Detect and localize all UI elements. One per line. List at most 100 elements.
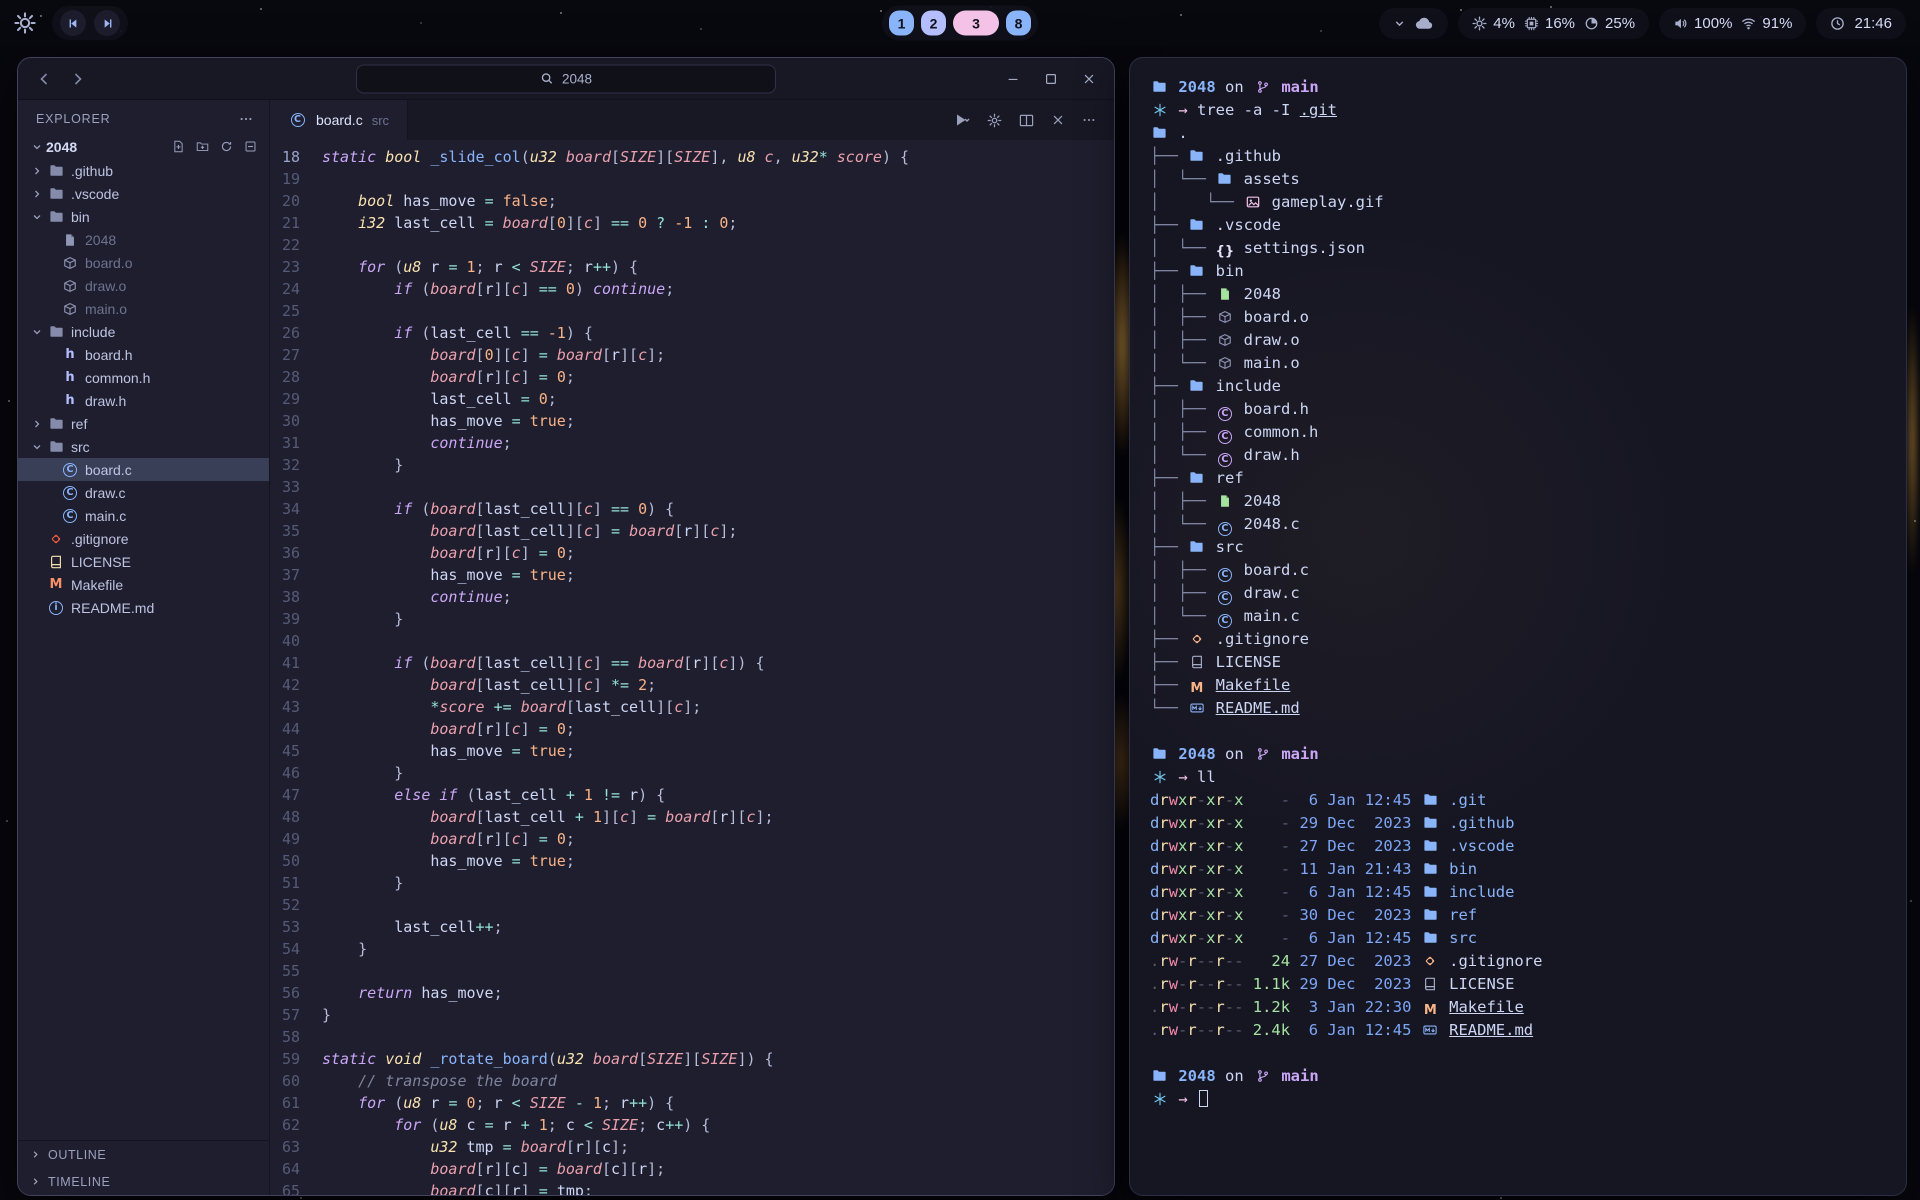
code-line-32[interactable]: 32 } <box>270 454 1114 476</box>
explorer-item-LICENSE[interactable]: LICENSE <box>18 550 269 573</box>
explorer-root-folder[interactable]: 2048 <box>18 134 269 159</box>
code-line-37[interactable]: 37 has_move = true; <box>270 564 1114 586</box>
explorer-item-common.h[interactable]: hcommon.h <box>18 366 269 389</box>
maximize-icon[interactable] <box>1044 72 1058 86</box>
code-line-48[interactable]: 48 board[last_cell + 1][c] = board[r][c]… <box>270 806 1114 828</box>
code-line-35[interactable]: 35 board[last_cell][c] = board[r][c]; <box>270 520 1114 542</box>
explorer-item-.gitignore[interactable]: .gitignore <box>18 527 269 550</box>
code-line-39[interactable]: 39 } <box>270 608 1114 630</box>
timeline-section[interactable]: TIMELINE <box>18 1168 269 1195</box>
workspace-3[interactable]: 3 <box>953 11 999 36</box>
code-line-41[interactable]: 41 if (board[last_cell][c] == board[r][c… <box>270 652 1114 674</box>
split-editor-icon[interactable] <box>1019 113 1034 128</box>
code-line-22[interactable]: 22 <box>270 234 1114 256</box>
code-line-30[interactable]: 30 has_move = true; <box>270 410 1114 432</box>
refresh-icon[interactable] <box>220 140 233 153</box>
code-line-55[interactable]: 55 <box>270 960 1114 982</box>
explorer-item-.github[interactable]: .github <box>18 159 269 182</box>
code-line-51[interactable]: 51 } <box>270 872 1114 894</box>
code-line-53[interactable]: 53 last_cell++; <box>270 916 1114 938</box>
code-line-65[interactable]: 65 board[c][r] = tmp; <box>270 1180 1114 1195</box>
code-line-31[interactable]: 31 continue; <box>270 432 1114 454</box>
explorer-item-draw.h[interactable]: hdraw.h <box>18 389 269 412</box>
explorer-item-draw.c[interactable]: Cdraw.c <box>18 481 269 504</box>
code-line-34[interactable]: 34 if (board[last_cell][c] == 0) { <box>270 498 1114 520</box>
tab-board-c[interactable]: C board.c src <box>270 100 408 140</box>
explorer-item-README.md[interactable]: iREADME.md <box>18 596 269 619</box>
code-line-54[interactable]: 54 } <box>270 938 1114 960</box>
explorer-item-bin[interactable]: bin <box>18 205 269 228</box>
code-line-60[interactable]: 60 // transpose the board <box>270 1070 1114 1092</box>
code-line-36[interactable]: 36 board[r][c] = 0; <box>270 542 1114 564</box>
code-line-25[interactable]: 25 <box>270 300 1114 322</box>
explorer-item-board.o[interactable]: board.o <box>18 251 269 274</box>
explorer-item-.vscode[interactable]: .vscode <box>18 182 269 205</box>
code-line-18[interactable]: 18static bool _slide_col(u32 board[SIZE]… <box>270 146 1114 168</box>
clock-widget[interactable]: 21:46 <box>1816 8 1906 39</box>
workspace-2[interactable]: 2 <box>921 11 946 36</box>
new-file-icon[interactable] <box>172 140 185 153</box>
media-previous-button[interactable] <box>60 10 86 36</box>
close-icon[interactable] <box>1082 72 1096 86</box>
outline-section[interactable]: OUTLINE <box>18 1141 269 1168</box>
code-line-19[interactable]: 19 <box>270 168 1114 190</box>
system-stats-widget[interactable]: 4% 16% 25% <box>1458 8 1649 39</box>
explorer-item-draw.o[interactable]: draw.o <box>18 274 269 297</box>
code-line-33[interactable]: 33 <box>270 476 1114 498</box>
code-line-29[interactable]: 29 last_cell = 0; <box>270 388 1114 410</box>
code-line-46[interactable]: 46 } <box>270 762 1114 784</box>
media-next-button[interactable] <box>94 10 120 36</box>
back-icon[interactable] <box>36 71 52 87</box>
code-line-64[interactable]: 64 board[r][c] = board[c][r]; <box>270 1158 1114 1180</box>
code-line-58[interactable]: 58 <box>270 1026 1114 1048</box>
code-line-23[interactable]: 23 for (u8 r = 1; r < SIZE; r++) { <box>270 256 1114 278</box>
explorer-item-main.o[interactable]: main.o <box>18 297 269 320</box>
code-line-62[interactable]: 62 for (u8 c = r + 1; c < SIZE; c++) { <box>270 1114 1114 1136</box>
code-line-59[interactable]: 59static void _rotate_board(u32 board[SI… <box>270 1048 1114 1070</box>
code-line-28[interactable]: 28 board[r][c] = 0; <box>270 366 1114 388</box>
more-actions-icon[interactable] <box>1082 113 1096 127</box>
more-actions-icon[interactable] <box>239 112 253 126</box>
audio-network-widget[interactable]: 100% 91% <box>1659 8 1806 39</box>
code-line-20[interactable]: 20 bool has_move = false; <box>270 190 1114 212</box>
new-folder-icon[interactable] <box>196 140 209 153</box>
code-editor[interactable]: 18static bool _slide_col(u32 board[SIZE]… <box>270 140 1114 1195</box>
explorer-item-ref[interactable]: ref <box>18 412 269 435</box>
explorer-item-main.c[interactable]: Cmain.c <box>18 504 269 527</box>
collapse-all-icon[interactable] <box>244 140 257 153</box>
code-line-21[interactable]: 21 i32 last_cell = board[0][c] == 0 ? -1… <box>270 212 1114 234</box>
code-line-63[interactable]: 63 u32 tmp = board[r][c]; <box>270 1136 1114 1158</box>
code-line-50[interactable]: 50 has_move = true; <box>270 850 1114 872</box>
explorer-item-2048[interactable]: 2048 <box>18 228 269 251</box>
command-center-search[interactable]: 2048 <box>356 64 776 93</box>
system-logo-icon[interactable] <box>14 12 36 34</box>
weather-widget[interactable] <box>1379 8 1448 39</box>
code-line-61[interactable]: 61 for (u8 r = 0; r < SIZE - 1; r++) { <box>270 1092 1114 1114</box>
explorer-item-Makefile[interactable]: MMakefile <box>18 573 269 596</box>
settings-gear-icon[interactable] <box>987 113 1002 128</box>
code-line-52[interactable]: 52 <box>270 894 1114 916</box>
code-line-42[interactable]: 42 board[last_cell][c] *= 2; <box>270 674 1114 696</box>
code-line-26[interactable]: 26 if (last_cell == -1) { <box>270 322 1114 344</box>
code-line-43[interactable]: 43 *score += board[last_cell][c]; <box>270 696 1114 718</box>
run-button[interactable] <box>954 112 970 128</box>
terminal-window[interactable]: 2048 on main → tree -a -I .git .├── .git… <box>1129 57 1907 1196</box>
code-line-40[interactable]: 40 <box>270 630 1114 652</box>
code-line-49[interactable]: 49 board[r][c] = 0; <box>270 828 1114 850</box>
explorer-item-include[interactable]: include <box>18 320 269 343</box>
close-editor-icon[interactable] <box>1051 113 1065 127</box>
code-line-57[interactable]: 57} <box>270 1004 1114 1026</box>
code-line-45[interactable]: 45 has_move = true; <box>270 740 1114 762</box>
code-line-47[interactable]: 47 else if (last_cell + 1 != r) { <box>270 784 1114 806</box>
explorer-item-src[interactable]: src <box>18 435 269 458</box>
minimize-icon[interactable] <box>1006 72 1020 86</box>
explorer-item-board.h[interactable]: hboard.h <box>18 343 269 366</box>
code-line-38[interactable]: 38 continue; <box>270 586 1114 608</box>
code-line-56[interactable]: 56 return has_move; <box>270 982 1114 1004</box>
explorer-item-board.c[interactable]: Cboard.c <box>18 458 269 481</box>
workspace-8[interactable]: 8 <box>1006 11 1031 36</box>
code-line-27[interactable]: 27 board[0][c] = board[r][c]; <box>270 344 1114 366</box>
workspace-1[interactable]: 1 <box>889 11 914 36</box>
code-line-44[interactable]: 44 board[r][c] = 0; <box>270 718 1114 740</box>
code-line-24[interactable]: 24 if (board[r][c] == 0) continue; <box>270 278 1114 300</box>
